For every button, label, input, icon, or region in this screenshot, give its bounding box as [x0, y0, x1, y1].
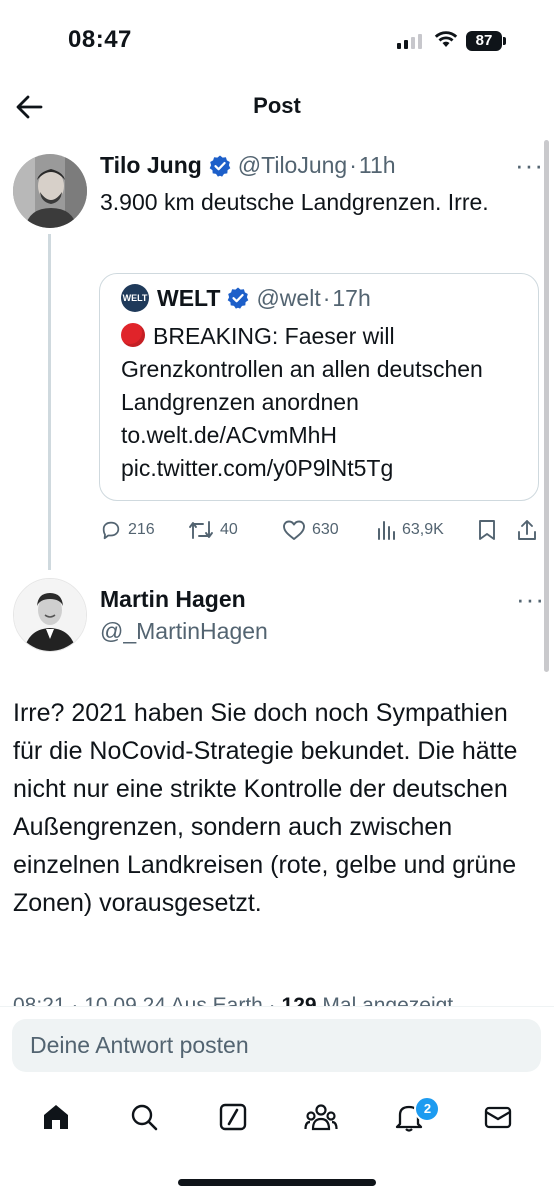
reply-input[interactable]: Deine Antwort posten — [12, 1019, 541, 1072]
thread-line — [48, 234, 51, 570]
avatar-martin-hagen[interactable] — [13, 578, 87, 652]
tweet-text: 3.900 km deutsche Landgrenzen. Irre. — [100, 189, 489, 215]
welt-logo: WELT — [121, 284, 149, 312]
bookmark-button[interactable] — [478, 519, 516, 541]
tab-home[interactable] — [31, 1092, 81, 1142]
more-icon[interactable]: ··· — [516, 584, 545, 615]
communities-icon — [304, 1104, 338, 1131]
like-icon — [283, 520, 305, 540]
red-circle-emoji-icon — [121, 323, 145, 347]
views-count: 63,9K — [402, 521, 444, 538]
author-handle[interactable]: @TiloJung — [238, 152, 347, 179]
tweet-meta: 08:21 · 10.09.24 Aus Earth · 129 Mal ang… — [13, 993, 453, 1007]
avatar-tilo-jung[interactable] — [13, 154, 87, 228]
quote-time: 17h — [332, 284, 371, 311]
views-button[interactable]: 63,9K — [376, 519, 478, 541]
tweet-time[interactable]: 11h — [359, 152, 396, 179]
quote-text-block: BREAKING: Faeser will Grenzkontrollen an… — [121, 320, 531, 485]
share-icon — [518, 520, 536, 540]
verified-badge-icon — [228, 287, 249, 309]
quote-text: BREAKING: Faeser will Grenzkontrollen an… — [121, 323, 483, 481]
search-icon — [132, 1104, 158, 1131]
author-name[interactable]: Martin Hagen — [100, 586, 246, 613]
reply-button[interactable]: 216 — [100, 519, 188, 541]
tab-grok[interactable] — [208, 1092, 258, 1142]
tab-notifications[interactable]: 2 — [384, 1092, 441, 1142]
verified-badge-icon — [209, 155, 231, 177]
grok-icon — [219, 1103, 247, 1131]
notifications-badge: 2 — [414, 1096, 441, 1122]
separator-dot: · — [322, 284, 331, 311]
reply-icon — [102, 521, 120, 540]
status-time: 08:47 — [68, 26, 132, 53]
home-indicator — [178, 1179, 376, 1186]
home-icon — [44, 1105, 69, 1129]
battery-indicator: 87 — [466, 31, 502, 51]
views-icon — [378, 521, 395, 540]
signal-icon — [397, 34, 422, 49]
author-handle[interactable]: @_MartinHagen — [100, 618, 268, 645]
tweet-text: Irre? 2021 haben Sie doch noch Sympathie… — [13, 699, 518, 917]
page-title: Post — [253, 93, 301, 118]
author-name[interactable]: Tilo Jung — [100, 152, 202, 179]
repost-icon — [189, 521, 213, 539]
repost-button[interactable]: 40 — [188, 519, 282, 541]
reply-count: 216 — [128, 521, 155, 538]
action-bar: 216 40 630 63,9K — [100, 516, 540, 544]
like-button[interactable]: 630 — [282, 519, 376, 541]
quote-author-handle: @welt — [256, 284, 321, 311]
tab-search[interactable] — [119, 1092, 169, 1142]
quote-author-name: WELT — [157, 284, 221, 311]
tab-messages[interactable] — [473, 1092, 523, 1142]
more-icon[interactable]: ··· — [515, 150, 544, 181]
wifi-icon — [434, 31, 458, 47]
messages-icon — [484, 1106, 511, 1129]
bottom-tab-bar: 2 — [0, 1088, 554, 1146]
repost-count: 40 — [220, 521, 238, 538]
battery-tip — [503, 37, 506, 45]
share-button[interactable] — [516, 519, 538, 541]
quote-header: WELT WELT @welt · 17h — [121, 284, 371, 312]
bookmark-icon — [479, 520, 495, 540]
scrollbar[interactable] — [544, 140, 549, 672]
like-count: 630 — [312, 521, 339, 538]
tab-communities[interactable] — [296, 1092, 346, 1142]
separator-dot: · — [349, 152, 357, 178]
tweet1-header: Tilo Jung @TiloJung · 11h — [100, 152, 396, 179]
